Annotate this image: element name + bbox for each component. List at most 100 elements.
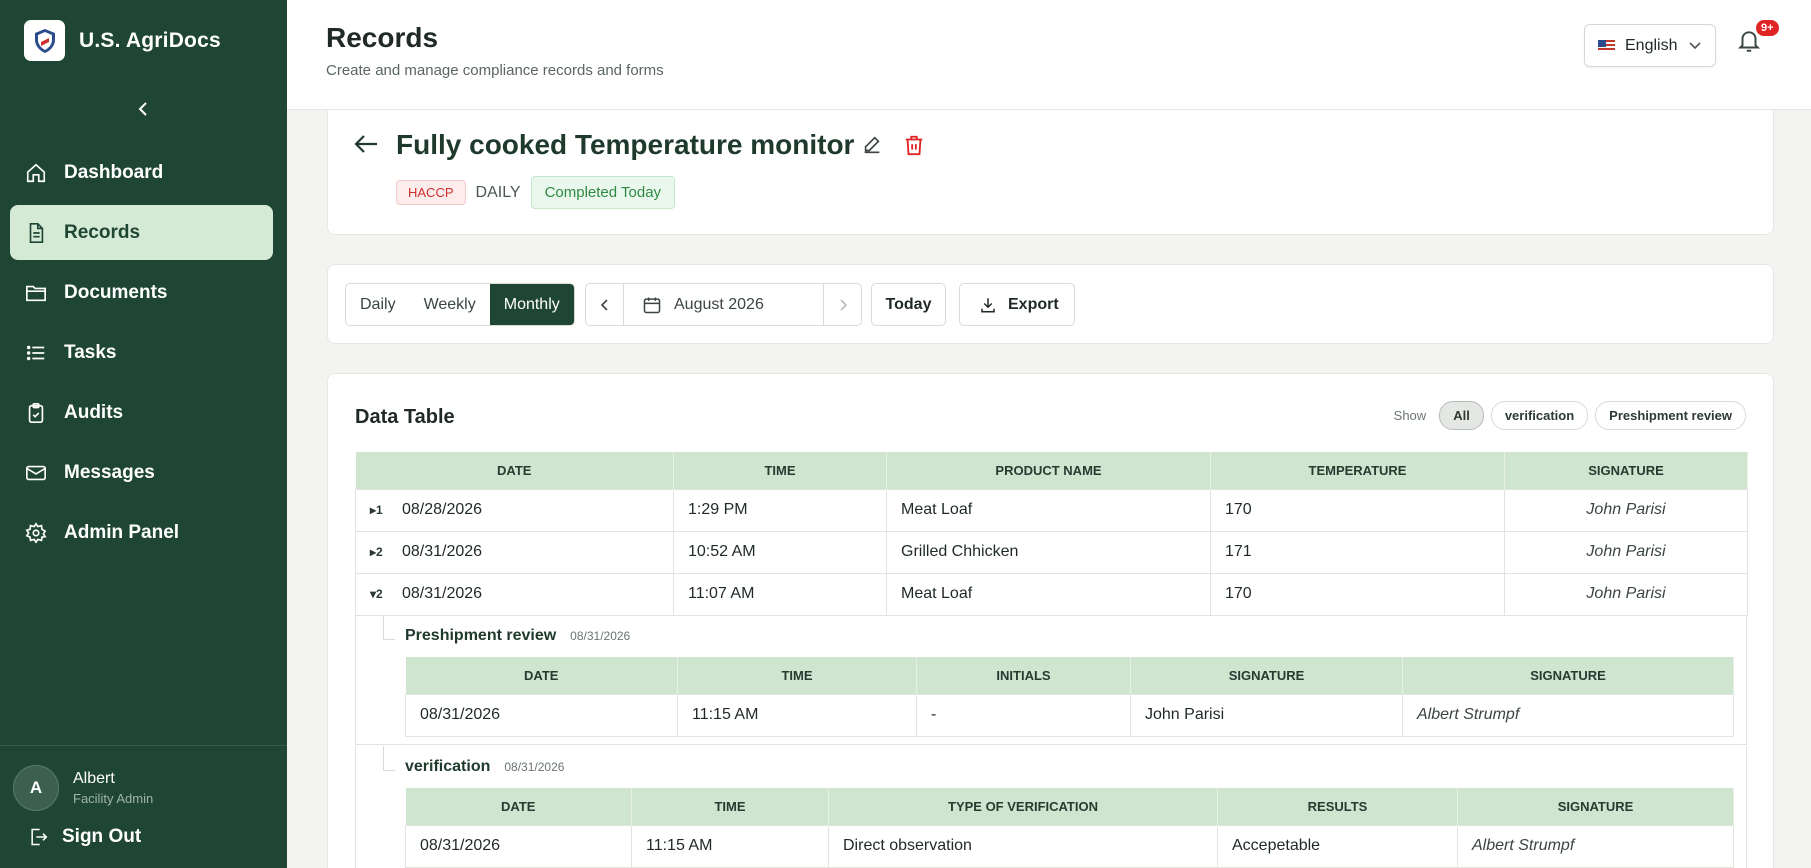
table-row[interactable]: 08/31/2026 11:15 AM - John Parisi Albert… [405, 693, 1734, 737]
period-label: August 2026 [674, 295, 764, 313]
delete-button[interactable] [903, 133, 925, 162]
view-weekly-button[interactable]: Weekly [410, 284, 490, 325]
page-title: Records [326, 22, 439, 53]
column-header[interactable]: SIGNATURE [1504, 452, 1748, 489]
sub-record-date: 08/31/2026 [504, 760, 565, 774]
cell-date: 08/31/2026 [402, 543, 483, 560]
calendar-icon [642, 295, 662, 315]
export-label: Export [1008, 295, 1059, 313]
cell-results: Accepetable [1217, 824, 1458, 868]
sidebar-item-audits[interactable]: Audits [10, 385, 273, 440]
today-button[interactable]: Today [871, 283, 946, 326]
sidebar: U.S. AgriDocs Dashboard Records Document… [0, 0, 287, 868]
filter-preshipment-review[interactable]: Preshipment review [1595, 401, 1746, 430]
table-header-row: DATE TIME TYPE OF VERIFICATION RESULTS S… [405, 788, 1734, 825]
cell-time: 11:15 AM [631, 824, 829, 868]
cell-temperature: 170 [1210, 572, 1505, 616]
column-header: TIME [677, 657, 917, 694]
cell-product: Grilled Chhicken [886, 530, 1211, 574]
column-header[interactable]: PRODUCT NAME [886, 452, 1211, 489]
column-header[interactable]: TIME [673, 452, 887, 489]
page-subtitle: Create and manage compliance records and… [326, 62, 664, 79]
tree-connector [383, 615, 384, 639]
column-header[interactable]: TEMPERATURE [1210, 452, 1505, 489]
edit-button[interactable] [861, 134, 883, 161]
back-button[interactable] [353, 132, 379, 161]
filter-all[interactable]: All [1439, 401, 1484, 430]
expand-toggle[interactable]: ▸2 [370, 545, 402, 559]
cell-time: 11:15 AM [677, 693, 917, 737]
column-header: TYPE OF VERIFICATION [828, 788, 1218, 825]
previous-period-button[interactable] [586, 284, 623, 325]
mail-icon [24, 461, 48, 485]
column-header: INITIALS [916, 657, 1131, 694]
records-table: DATE TIME PRODUCT NAME TEMPERATURE SIGNA… [355, 452, 1748, 616]
sidebar-item-tasks[interactable]: Tasks [10, 325, 273, 380]
sidebar-item-admin-panel[interactable]: Admin Panel [10, 505, 273, 560]
status-badge: Completed Today [530, 176, 676, 209]
cell-signature: John Parisi [1504, 530, 1748, 574]
tree-connector [383, 639, 395, 640]
us-flag-icon [1598, 39, 1615, 52]
sidebar-item-dashboard[interactable]: Dashboard [10, 145, 273, 200]
user-profile[interactable]: A Albert Facility Admin [13, 765, 153, 811]
language-label: English [1625, 36, 1678, 54]
gear-icon [24, 521, 48, 545]
sub-record-date: 08/31/2026 [570, 629, 631, 643]
view-monthly-button[interactable]: Monthly [489, 284, 574, 325]
sign-out-button[interactable]: Sign Out [28, 826, 141, 848]
language-select[interactable]: English [1584, 24, 1716, 67]
form-tags: HACCP DAILY Completed Today [396, 176, 676, 209]
cell-signature: Albert Strumpf [1402, 693, 1734, 737]
cell-initials: - [916, 693, 1131, 737]
form-title: Fully cooked Temperature monitor [396, 129, 855, 160]
clipboard-icon [24, 401, 48, 425]
arrow-left-icon [354, 135, 377, 153]
table-header-row: DATE TIME INITIALS SIGNATURE SIGNATURE [405, 657, 1734, 694]
sign-out-label: Sign Out [62, 826, 142, 847]
column-header: SIGNATURE [1130, 657, 1403, 694]
shield-logo-icon [24, 20, 65, 61]
form-header-card: Fully cooked Temperature monitor HACCP D… [327, 110, 1774, 235]
table-row[interactable]: ▸1 08/28/2026 1:29 PM Meat Loaf 170 John … [355, 488, 1748, 532]
sidebar-nav: Dashboard Records Documents Tasks Audits… [10, 145, 273, 565]
sidebar-item-label: Audits [64, 401, 124, 423]
sidebar-item-messages[interactable]: Messages [10, 445, 273, 500]
frequency-label: DAILY [475, 183, 521, 201]
sidebar-item-label: Documents [64, 281, 168, 303]
chevron-left-icon [138, 102, 147, 116]
download-icon [979, 296, 997, 314]
sidebar-item-documents[interactable]: Documents [10, 265, 273, 320]
column-header[interactable]: DATE [355, 452, 674, 489]
column-header: DATE [405, 788, 632, 825]
cell-time: 11:07 AM [673, 572, 887, 616]
next-period-button[interactable] [824, 284, 861, 325]
list-icon [24, 341, 48, 365]
notification-badge: 9+ [1756, 20, 1779, 36]
cell-time: 10:52 AM [673, 530, 887, 574]
table-row[interactable]: ▾2 08/31/2026 11:07 AM Meat Loaf 170 John… [355, 572, 1748, 616]
sidebar-item-label: Dashboard [64, 161, 164, 183]
collapse-sidebar-button[interactable] [130, 96, 156, 122]
column-header: DATE [405, 657, 678, 694]
expand-toggle[interactable]: ▸1 [370, 503, 402, 517]
view-daily-button[interactable]: Daily [346, 284, 410, 325]
cell-date: 08/31/2026 [405, 824, 632, 868]
column-header: SIGNATURE [1402, 657, 1734, 694]
sub-record-name: verification [405, 758, 491, 775]
sub-record-name: Preshipment review [405, 627, 557, 644]
cell-signature: Albert Strumpf [1457, 824, 1734, 868]
table-row[interactable]: 08/31/2026 11:15 AM Direct observation A… [405, 824, 1734, 868]
table-row[interactable]: ▸2 08/31/2026 10:52 AM Grilled Chhicken 1… [355, 530, 1748, 574]
collapse-toggle[interactable]: ▾2 [370, 587, 402, 601]
export-button[interactable]: Export [959, 283, 1075, 326]
period-picker[interactable]: August 2026 [623, 284, 824, 325]
cell-signature: John Parisi [1504, 488, 1748, 532]
chevron-down-icon [1689, 41, 1702, 50]
brand[interactable]: U.S. AgriDocs [24, 20, 221, 61]
cell-product: Meat Loaf [886, 488, 1211, 532]
cell-date: 08/31/2026 [405, 693, 678, 737]
filter-verification[interactable]: verification [1490, 401, 1589, 430]
sidebar-item-records[interactable]: Records [10, 205, 273, 260]
sidebar-item-label: Records [64, 221, 141, 243]
